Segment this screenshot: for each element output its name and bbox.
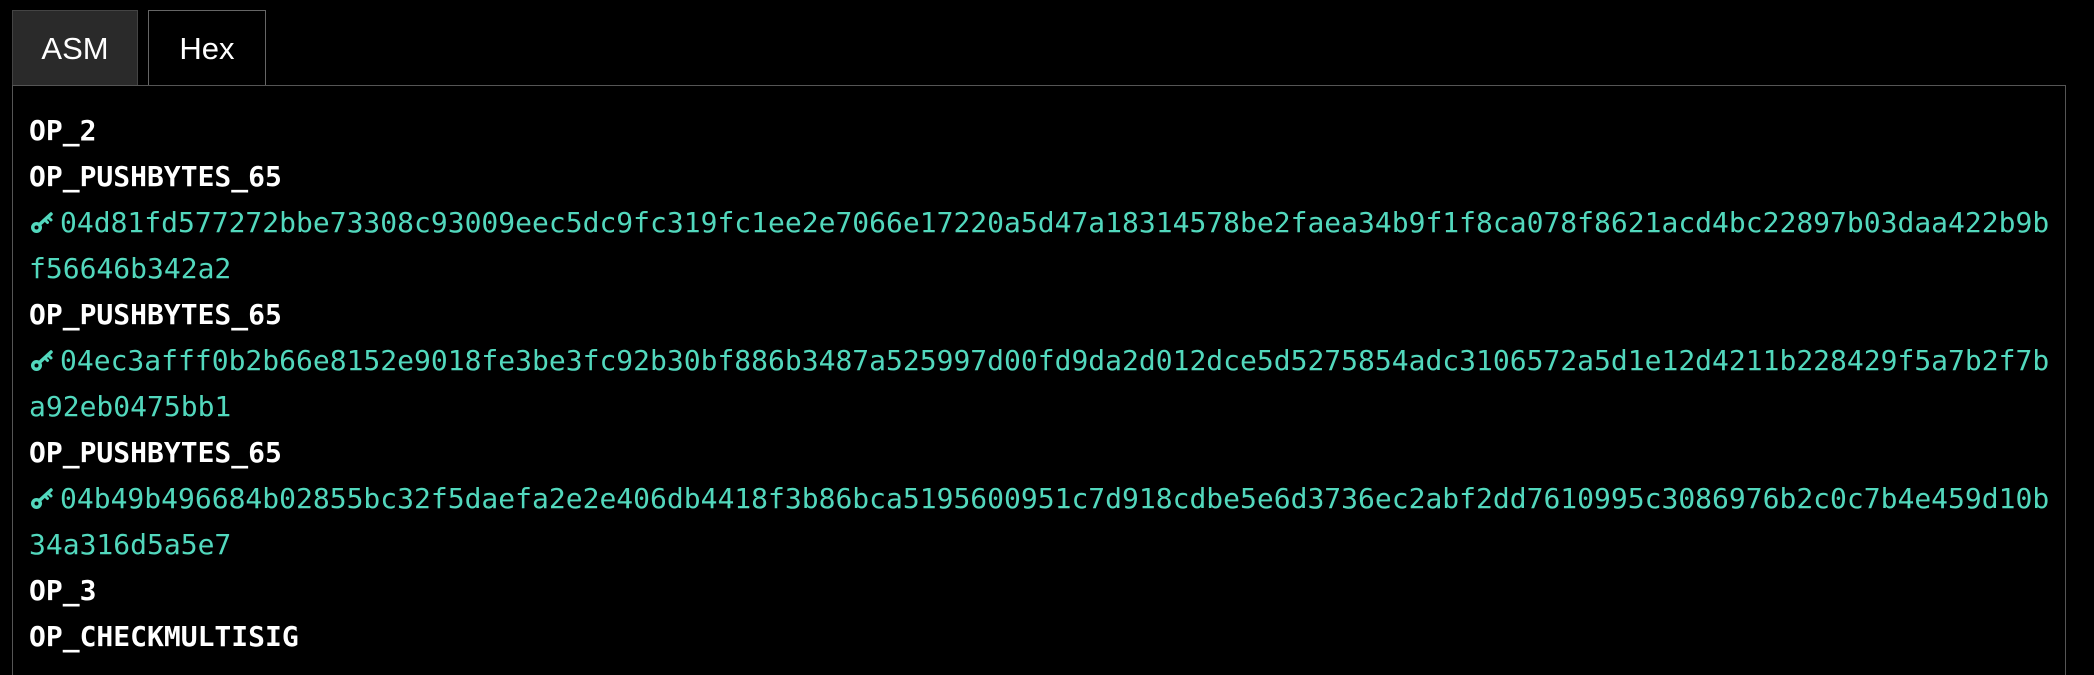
opcode-checkmultisig: OP_CHECKMULTISIG bbox=[29, 620, 299, 653]
pubkey-1-text: 04d81fd577272bbe73308c93009eec5dc9fc319f… bbox=[29, 206, 2050, 285]
key-icon bbox=[31, 212, 53, 233]
opcode-pushbytes-1: OP_PUSHBYTES_65 bbox=[29, 160, 282, 193]
pubkey-2[interactable]: 04ec3afff0b2b66e8152e9018fe3be3fc92b30bf… bbox=[29, 338, 2055, 430]
tab-hex-label: Hex bbox=[179, 31, 235, 66]
tab-asm[interactable]: ASM bbox=[12, 10, 138, 86]
tab-asm-label: ASM bbox=[41, 30, 109, 66]
tab-hex[interactable]: Hex bbox=[148, 10, 266, 87]
key-icon bbox=[31, 488, 53, 509]
opcode-op-2: OP_2 bbox=[29, 114, 97, 147]
pubkey-3[interactable]: 04b49b496684b02855bc32f5daefa2e2e406db44… bbox=[29, 476, 2055, 568]
key-icon bbox=[31, 350, 53, 371]
opcode-pushbytes-2: OP_PUSHBYTES_65 bbox=[29, 298, 282, 331]
script-panel: OP_2 OP_PUSHBYTES_65 04d81fd577272bbe733… bbox=[12, 85, 2066, 675]
pubkey-3-text: 04b49b496684b02855bc32f5daefa2e2e406db44… bbox=[29, 482, 2050, 561]
pubkey-2-text: 04ec3afff0b2b66e8152e9018fe3be3fc92b30bf… bbox=[29, 344, 2050, 423]
opcode-pushbytes-3: OP_PUSHBYTES_65 bbox=[29, 436, 282, 469]
tab-bar: ASM Hex bbox=[12, 10, 266, 87]
script-asm: OP_2 OP_PUSHBYTES_65 04d81fd577272bbe733… bbox=[29, 108, 2055, 660]
opcode-op-3: OP_3 bbox=[29, 574, 97, 607]
pubkey-1[interactable]: 04d81fd577272bbe73308c93009eec5dc9fc319f… bbox=[29, 200, 2055, 292]
